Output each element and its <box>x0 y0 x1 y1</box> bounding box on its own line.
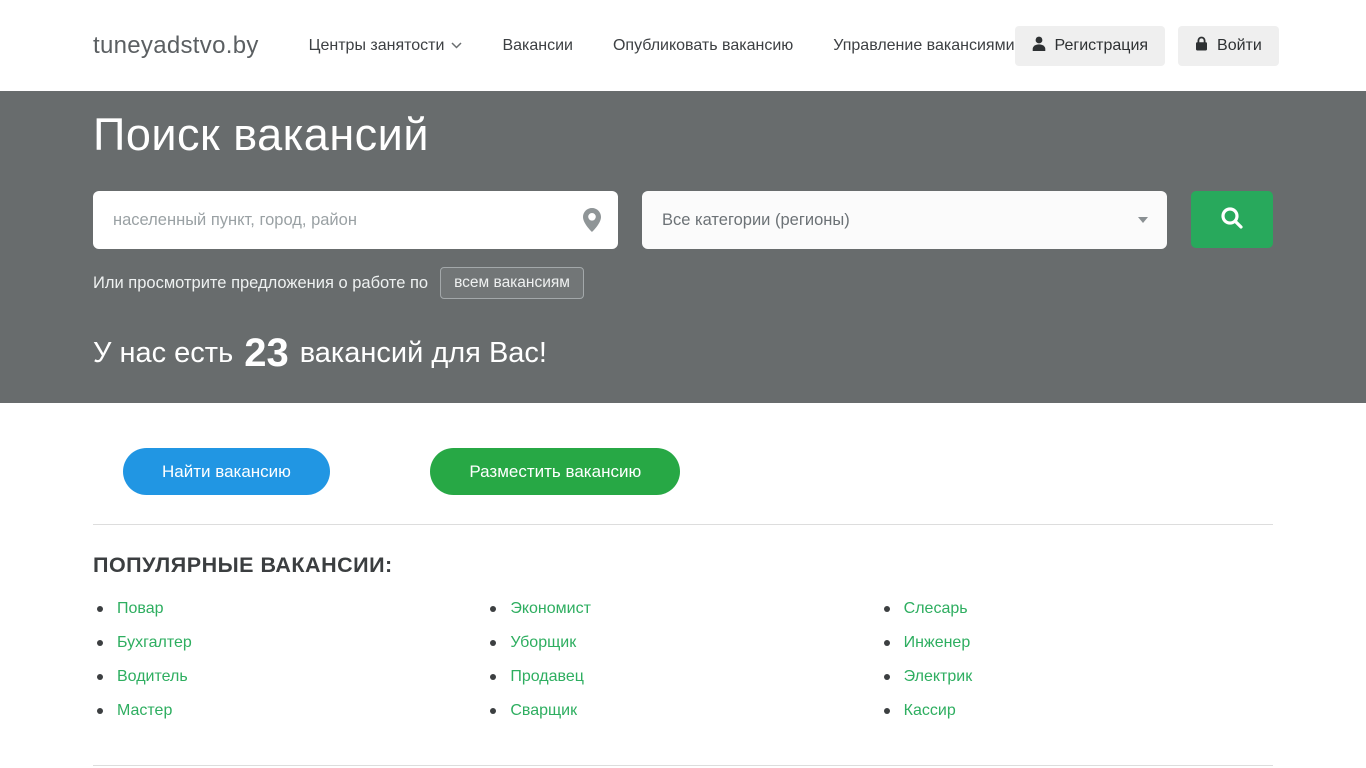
popular-list-column-2: Экономист Уборщик Продавец Сварщик <box>486 592 879 728</box>
nav-item-label: Центры занятости <box>308 36 445 54</box>
browse-text: Или просмотрите предложения о работе по <box>93 273 429 292</box>
nav-item-manage-vacancies[interactable]: Управление вакансиями <box>833 37 1014 55</box>
popular-link-ekonomist[interactable]: Экономист <box>510 600 591 618</box>
popular-list-column-1: Повар Бухгалтер Водитель Мастер <box>93 592 486 728</box>
list-item: Продавец <box>490 660 879 694</box>
count-suffix: вакансий для Вас! <box>299 336 547 369</box>
list-item: Слесарь <box>883 592 1273 626</box>
divider-top <box>93 524 1273 525</box>
nav-item-post-vacancy[interactable]: Опубликовать вакансию <box>613 37 793 55</box>
actions-section: Найти вакансию Разместить вакансию <box>0 403 1366 495</box>
all-vacancies-button[interactable]: всем вакансиям <box>440 267 584 299</box>
popular-link-povar[interactable]: Повар <box>117 600 164 618</box>
popular-list-column-3: Слесарь Инженер Электрик Кассир <box>880 592 1273 728</box>
count-prefix: У нас есть <box>93 336 234 369</box>
site-logo[interactable]: tuneyadstvo.by <box>93 32 259 60</box>
category-select-value: Все категории (регионы) <box>662 210 850 229</box>
login-button-label: Войти <box>1217 36 1262 54</box>
hero-section: Поиск вакансий Все категории (регионы) И… <box>0 91 1366 403</box>
category-select[interactable]: Все категории (регионы) <box>642 191 1167 249</box>
vacancy-count-line: У нас есть 23 вакансий для Вас! <box>93 333 1273 373</box>
search-button[interactable] <box>1191 191 1273 248</box>
popular-link-slesar[interactable]: Слесарь <box>904 600 968 618</box>
login-button[interactable]: Войти <box>1178 25 1279 66</box>
popular-link-inzhener[interactable]: Инженер <box>904 634 971 652</box>
list-item: Инженер <box>883 626 1273 660</box>
list-item: Экономист <box>490 592 879 626</box>
nav-item-employment-centers[interactable]: Центры занятости <box>309 37 463 55</box>
magnifier-icon <box>1219 205 1245 234</box>
popular-columns: Повар Бухгалтер Водитель Мастер Экономис… <box>93 592 1273 728</box>
search-bar: Все категории (регионы) <box>93 191 1273 249</box>
lock-icon <box>1195 36 1208 56</box>
location-input[interactable] <box>93 191 618 249</box>
page-title: Поиск вакансий <box>93 109 429 160</box>
popular-link-master[interactable]: Мастер <box>117 702 172 720</box>
list-item: Электрик <box>883 660 1273 694</box>
popular-link-elektrik[interactable]: Электрик <box>904 668 973 686</box>
popular-link-kassir[interactable]: Кассир <box>904 702 956 720</box>
nav-actions: Регистрация Войти <box>1014 25 1279 66</box>
popular-link-svarshchik[interactable]: Сварщик <box>510 702 577 720</box>
register-button-label: Регистрация <box>1054 36 1149 54</box>
list-item: Повар <box>97 592 486 626</box>
list-item: Водитель <box>97 660 486 694</box>
divider-bottom <box>93 765 1273 766</box>
popular-vacancies-section: ПОПУЛЯРНЫЕ ВАКАНСИИ: Повар Бухгалтер Вод… <box>0 553 1366 728</box>
post-vacancy-button[interactable]: Разместить вакансию <box>430 448 681 495</box>
chevron-down-icon <box>451 42 462 49</box>
list-item: Кассир <box>883 694 1273 728</box>
browse-row: Или просмотрите предложения о работе по … <box>93 267 1273 299</box>
list-item: Мастер <box>97 694 486 728</box>
popular-heading: ПОПУЛЯРНЫЕ ВАКАНСИИ: <box>93 553 393 577</box>
popular-link-prodavets[interactable]: Продавец <box>510 668 584 686</box>
person-icon <box>1032 36 1046 56</box>
list-item: Сварщик <box>490 694 879 728</box>
popular-link-buhgalter[interactable]: Бухгалтер <box>117 634 192 652</box>
list-item: Уборщик <box>490 626 879 660</box>
nav-item-vacancies[interactable]: Вакансии <box>502 37 573 55</box>
vacancy-count: 23 <box>244 331 289 375</box>
find-vacancy-button[interactable]: Найти вакансию <box>123 448 330 495</box>
list-item: Бухгалтер <box>97 626 486 660</box>
main-nav: Центры занятости Вакансии Опубликовать в… <box>309 37 1015 55</box>
select-arrow-icon <box>1138 217 1148 223</box>
popular-link-voditel[interactable]: Водитель <box>117 668 188 686</box>
register-button[interactable]: Регистрация <box>1014 25 1166 66</box>
navbar: tuneyadstvo.by Центры занятости Вакансии… <box>0 0 1366 91</box>
popular-link-uborshchik[interactable]: Уборщик <box>510 634 576 652</box>
